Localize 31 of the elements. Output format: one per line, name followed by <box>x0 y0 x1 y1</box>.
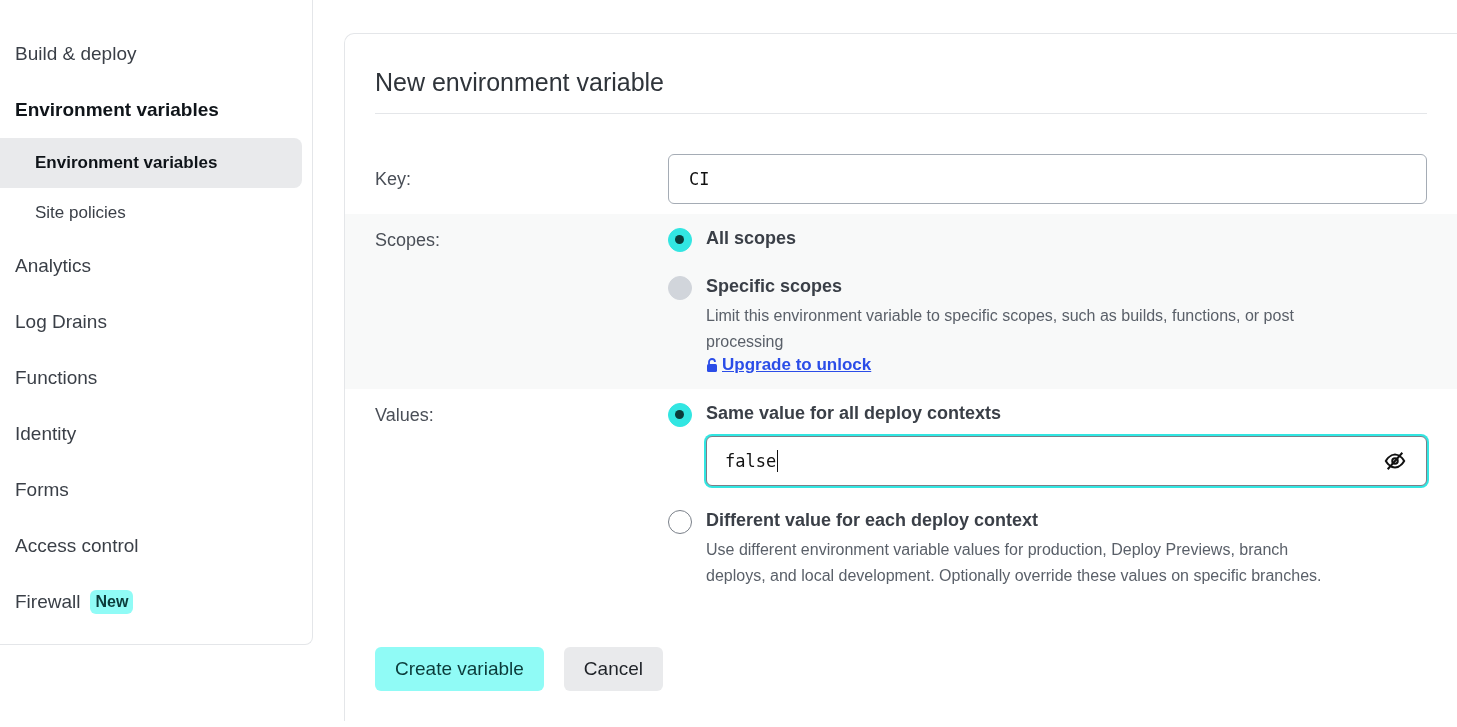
lock-icon <box>706 358 718 372</box>
sidebar-item[interactable]: Forms <box>0 471 79 509</box>
option-label: Different value for each deploy context <box>706 510 1039 531</box>
scopes-label: Scopes: <box>375 229 442 252</box>
sidebar-item[interactable]: Environment variables <box>0 91 229 129</box>
sidebar-subitem[interactable]: Site policies <box>0 188 302 238</box>
sidebar-item[interactable]: Log Drains <box>0 303 117 341</box>
create-button[interactable]: Create variable <box>375 647 544 691</box>
values-label: Values: <box>375 404 435 427</box>
option-description: Use different environment variable values for production, Deploy Previews, branch deploys, and local development. Optionally override these values on specific branches. <box>706 540 1323 586</box>
sidebar-item[interactable]: Access control <box>0 527 149 565</box>
radio-button[interactable] <box>668 403 692 427</box>
key-input[interactable]: CI <box>668 154 1427 204</box>
option-label: Specific scopes <box>706 276 843 297</box>
sidebar-subitem[interactable]: Environment variables <box>0 138 302 188</box>
new-badge: New <box>90 590 134 614</box>
value-input[interactable]: false <box>706 436 1427 486</box>
eye-off-icon[interactable] <box>1384 450 1406 472</box>
option-description: Limit this environment variable to specific scopes, such as builds, functions, or post processing <box>706 306 1295 352</box>
option-label: Same value for all deploy contexts <box>706 403 1002 424</box>
form-title: New environment variable <box>375 68 1427 114</box>
sidebar-item[interactable]: Functions <box>0 359 108 397</box>
radio-button[interactable] <box>668 510 692 534</box>
sidebar-item[interactable]: Build & deploy <box>0 35 147 73</box>
radio-button[interactable] <box>668 228 692 252</box>
key-label: Key: <box>375 168 413 190</box>
sidebar-item[interactable]: Identity <box>0 415 87 453</box>
sidebar-item[interactable]: Analytics <box>0 247 102 285</box>
cancel-button[interactable]: Cancel <box>563 647 663 691</box>
sidebar-item[interactable]: Firewall <box>0 583 91 621</box>
option-label: All scopes <box>706 228 797 249</box>
